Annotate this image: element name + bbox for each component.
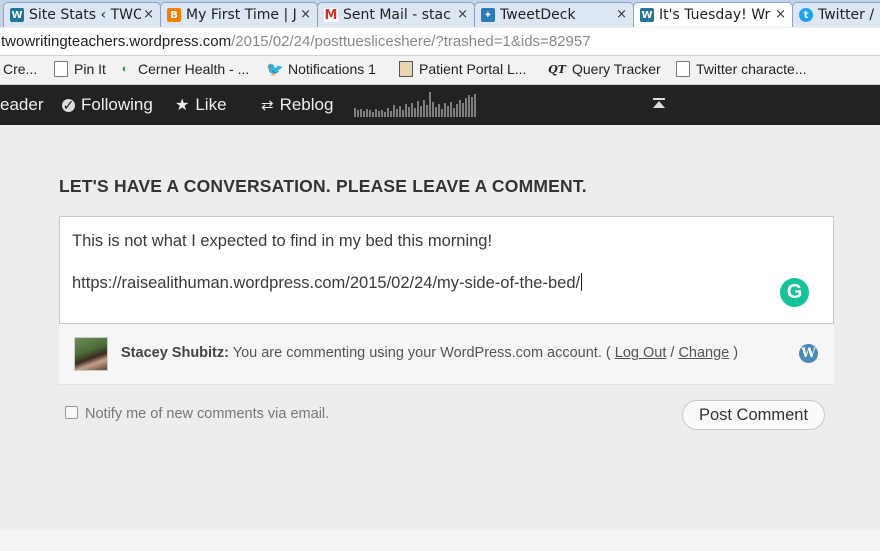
close-icon[interactable]: × <box>298 7 311 22</box>
comment-section: LET'S HAVE A CONVERSATION. PLEASE LEAVE … <box>0 125 880 530</box>
comment-heading: LET'S HAVE A CONVERSATION. PLEASE LEAVE … <box>59 176 587 196</box>
blogger-icon: B <box>167 8 181 22</box>
tab-title: Twitter / <box>818 7 875 23</box>
following-label: Following <box>81 95 153 114</box>
like-button[interactable]: ★ Like <box>175 95 227 115</box>
address-bar[interactable]: twowritingteachers.wordpress.com/2015/02… <box>0 28 880 56</box>
change-link[interactable]: Change <box>678 345 729 361</box>
comment-identity-bar: Stacey Shubitz: You are commenting using… <box>59 324 834 385</box>
reblog-icon: ⇄ <box>261 97 274 114</box>
bookmark-label: Cre... <box>3 61 38 77</box>
tab-site-stats[interactable]: W Site Stats ‹ TWO × <box>3 2 161 27</box>
tweetdeck-icon: ✦ <box>481 8 495 22</box>
link-separator: / <box>666 345 679 361</box>
bookmark-patient-portal[interactable]: Patient Portal L... <box>399 61 526 77</box>
wordpress-icon: W <box>640 8 654 22</box>
comment-text-line: This is not what I expected to find in m… <box>72 232 493 250</box>
gmail-icon: M <box>324 7 338 23</box>
wordpress-icon: W <box>799 344 818 363</box>
following-button[interactable]: ✓ Following <box>62 95 153 115</box>
like-label: Like <box>195 95 227 114</box>
bookmark-notifications[interactable]: 🐦 Notifications 1 <box>266 60 376 78</box>
comment-url-text: https://raisealithuman.wordpress.com/201… <box>72 274 581 292</box>
text-caret <box>581 273 583 291</box>
reader-label: eader <box>0 95 44 114</box>
tab-twitter[interactable]: t Twitter / <box>792 2 880 27</box>
comment-text-line: https://raisealithuman.wordpress.com/201… <box>72 273 583 293</box>
post-comment-button[interactable]: Post Comment <box>682 400 825 430</box>
bookmark-label: Notifications 1 <box>288 61 376 77</box>
bookmark-label: Cerner Health - ... <box>138 61 250 77</box>
bookmarks-bar: Cre... Pin It ◐ Cerner Health - ... 🐦 No… <box>0 56 880 85</box>
url-path: /2015/02/24/posttuesliceshere/?trashed=1… <box>231 33 591 50</box>
notify-checkbox[interactable] <box>65 406 78 419</box>
bookmark-cerner-health[interactable]: ◐ Cerner Health - ... <box>118 61 250 77</box>
twitter-icon: 🐦 <box>266 60 284 77</box>
account-note: You are commenting using your WordPress.… <box>228 345 615 361</box>
reader-link[interactable]: eader <box>0 95 43 115</box>
tab-my-first-time[interactable]: B My First Time | J × <box>160 2 318 27</box>
bookmark-label: Patient Portal L... <box>419 61 527 77</box>
notify-label: Notify me of new comments via email. <box>85 406 330 422</box>
page-footer-band <box>0 530 880 551</box>
tab-tweetdeck[interactable]: ✦ TweetDeck × <box>474 2 634 27</box>
reblog-label: Reblog <box>279 95 334 114</box>
bookmark-query-tracker[interactable]: QT Query Tracker <box>548 61 661 77</box>
portal-icon <box>399 61 413 77</box>
close-icon[interactable]: × <box>773 7 786 22</box>
qt-icon: QT <box>548 62 566 76</box>
close-paren: ) <box>729 345 739 361</box>
page-icon <box>676 61 690 77</box>
browser-tab-strip: W Site Stats ‹ TWO × B My First Time | J… <box>0 0 880 27</box>
bookmark-item[interactable]: Cre... <box>3 61 37 77</box>
reblog-button[interactable]: ⇄ Reblog <box>261 95 333 115</box>
page-icon <box>54 61 68 77</box>
bookmark-pin-it[interactable]: Pin It <box>54 61 106 77</box>
close-icon[interactable]: × <box>614 7 627 22</box>
tab-title: TweetDeck <box>500 7 576 23</box>
identity-text: Stacey Shubitz: You are commenting using… <box>121 345 738 361</box>
bookmark-label: Twitter characte... <box>696 61 807 77</box>
url-host: twowritingteachers.wordpress.com <box>1 33 232 50</box>
grammarly-icon[interactable]: G <box>780 278 809 307</box>
tab-its-tuesday[interactable]: W It's Tuesday! Wr × <box>633 2 793 27</box>
comment-textarea[interactable]: This is not what I expected to find in m… <box>59 216 834 324</box>
cerner-icon: ◐ <box>121 63 129 75</box>
bookmark-label: Query Tracker <box>572 61 661 77</box>
wordpress-toolbar: eader ✓ Following ★ Like ⇄ Reblog <box>0 85 880 125</box>
collapse-up-icon[interactable] <box>652 98 666 110</box>
close-icon[interactable]: × <box>455 7 468 22</box>
twitter-icon: t <box>799 8 813 22</box>
notify-option[interactable]: Notify me of new comments via email. <box>65 406 329 422</box>
star-icon: ★ <box>175 97 190 114</box>
user-name: Stacey Shubitz: <box>121 345 229 361</box>
bookmark-twitter-characters[interactable]: Twitter characte... <box>676 61 806 77</box>
avatar <box>74 337 108 371</box>
bookmark-label: Pin It <box>74 61 106 77</box>
checkmark-icon: ✓ <box>62 96 75 113</box>
tab-title: It's Tuesday! Wr <box>659 7 771 23</box>
tab-sent-mail[interactable]: M Sent Mail - stac × <box>317 2 475 27</box>
wordpress-icon: W <box>10 8 24 22</box>
logout-link[interactable]: Log Out <box>615 345 667 361</box>
stats-sparkline-icon[interactable] <box>354 91 476 117</box>
close-icon[interactable]: × <box>141 7 154 22</box>
